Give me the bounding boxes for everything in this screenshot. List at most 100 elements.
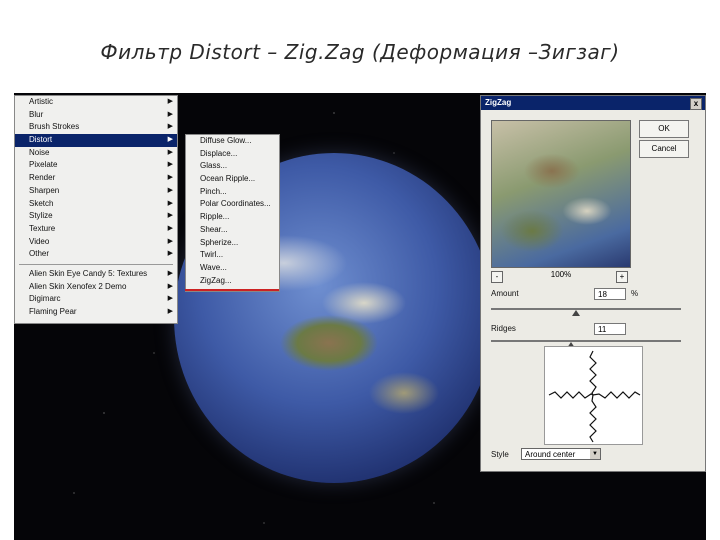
filter-preview: [491, 120, 631, 268]
menu-item-label: Ocean Ripple...: [200, 174, 256, 184]
ridges-slider-track[interactable]: [491, 340, 681, 342]
menu-item[interactable]: Alien Skin Xenofex 2 Demo ▶: [15, 281, 177, 294]
menu-item-label: Polar Coordinates...: [200, 199, 271, 209]
amount-slider-track[interactable]: [491, 308, 681, 310]
menu-item-label: Displace...: [200, 148, 238, 158]
ridges-field[interactable]: 11: [594, 323, 626, 335]
filter-menu: Artistic ▶ Blur ▶ Brush Strokes ▶ Distort ▶ Nois…: [14, 95, 178, 324]
submenu-arrow-icon: ▶: [167, 136, 173, 144]
highlight-underline: [185, 289, 279, 291]
dialog-title: ZigZag: [485, 98, 512, 107]
style-select[interactable]: Around center ▼: [521, 448, 601, 460]
menu-item-label: Artistic: [29, 97, 53, 106]
zoom-out-button[interactable]: -: [491, 271, 503, 283]
menu-item[interactable]: Alien Skin Eye Candy 5: Textures ▶: [15, 268, 177, 281]
menu-item-label: Brush Strokes: [29, 122, 80, 132]
menu-item[interactable]: Diffuse Glow...: [186, 135, 279, 148]
menu-item[interactable]: Glass...: [186, 160, 279, 173]
submenu-arrow-icon: ▶: [167, 212, 173, 220]
menu-item-label: Alien Skin Xenofex 2 Demo: [29, 281, 127, 291]
dialog-titlebar: ZigZag x: [481, 96, 705, 110]
submenu-arrow-icon: ▶: [167, 148, 173, 156]
close-icon[interactable]: x: [690, 98, 702, 110]
amount-label: Amount: [491, 289, 519, 298]
submenu-arrow-icon: ▶: [167, 224, 173, 232]
cancel-button[interactable]: Cancel: [639, 140, 689, 158]
menu-item[interactable]: Blur ▶: [15, 109, 177, 122]
menu-item[interactable]: Polar Coordinates...: [186, 198, 279, 211]
menu-item-label: Sketch: [29, 198, 54, 208]
submenu-arrow-icon: ▶: [167, 123, 173, 131]
submenu-arrow-icon: ▶: [167, 98, 173, 105]
menu-item[interactable]: Digimarc ▶: [15, 293, 177, 306]
menu-item-label: Alien Skin Eye Candy 5: Textures: [29, 268, 148, 278]
menu-item-label: Pixelate: [29, 160, 58, 170]
submenu-arrow-icon: ▶: [167, 110, 173, 118]
amount-field[interactable]: 18: [594, 288, 626, 300]
photoshop-canvas: Artistic ▶ Blur ▶ Brush Strokes ▶ Distort ▶ Nois…: [14, 93, 706, 540]
menu-item[interactable]: Wave...: [186, 262, 279, 275]
menu-item-label: Blur: [29, 109, 44, 119]
menu-item[interactable]: Brush Strokes ▶: [15, 121, 177, 134]
zigzag-dialog: ZigZag x OK Cancel - 100% + Amount 18 % …: [480, 95, 706, 472]
zigzag-preview-graph: [544, 346, 643, 445]
menu-item[interactable]: Spherize...: [186, 237, 279, 250]
menu-item[interactable]: Sharpen ▶: [15, 185, 177, 198]
menu-item-label: Glass...: [200, 161, 228, 171]
amount-slider-thumb[interactable]: [572, 310, 580, 316]
ok-button[interactable]: OK: [639, 120, 689, 138]
menu-item[interactable]: Displace...: [186, 148, 279, 161]
menu-item[interactable]: Ocean Ripple...: [186, 173, 279, 186]
menu-item-label: Twirl...: [200, 250, 224, 260]
menu-item[interactable]: Sketch ▶: [15, 198, 177, 211]
zoom-level: 100%: [550, 270, 572, 279]
style-label: Style: [491, 450, 509, 459]
menu-item[interactable]: Pinch...: [186, 186, 279, 199]
submenu-arrow-icon: ▶: [167, 269, 173, 277]
distort-submenu: Diffuse Glow... Displace... Glass... Ocean …: [185, 134, 280, 292]
menu-item-label: Render: [29, 173, 56, 183]
menu-item[interactable]: Video ▶: [15, 236, 177, 249]
submenu-arrow-icon: ▶: [167, 282, 173, 290]
menu-item-label: Noise: [29, 147, 50, 157]
menu-item-label: Pinch...: [200, 186, 227, 196]
submenu-arrow-icon: ▶: [167, 308, 173, 315]
submenu-arrow-icon: ▶: [167, 237, 173, 245]
menu-item-label: Other: [29, 249, 50, 259]
menu-item[interactable]: Shear...: [186, 224, 279, 237]
menu-item[interactable]: Distort ▶: [15, 134, 177, 147]
menu-item-label: Spherize...: [200, 237, 239, 247]
menu-item-label: Video: [29, 236, 50, 246]
menu-item-label: Sharpen: [29, 185, 60, 195]
menu-item[interactable]: Texture ▶: [15, 223, 177, 236]
menu-item-label: Texture: [29, 223, 56, 233]
submenu-arrow-icon: ▶: [167, 174, 173, 182]
menu-item-label: Flaming Pear: [29, 307, 77, 316]
submenu-arrow-icon: ▶: [167, 250, 173, 258]
menu-item[interactable]: Stylize ▶: [15, 210, 177, 223]
menu-item-label: Wave...: [200, 262, 227, 272]
menu-item-label: Diffuse Glow...: [200, 136, 252, 145]
menu-item[interactable]: ZigZag...: [186, 275, 279, 288]
menu-item-label: Digimarc: [29, 294, 61, 304]
slide-title: Фильтр Distort – Zig.Zag (Деформация –Зи…: [100, 40, 620, 64]
menu-item[interactable]: Noise ▶: [15, 147, 177, 160]
submenu-arrow-icon: ▶: [167, 161, 173, 169]
menu-item[interactable]: Other ▶: [15, 248, 177, 261]
menu-item-label: Distort: [29, 135, 53, 145]
menu-item[interactable]: Twirl...: [186, 249, 279, 262]
menu-item-label: ZigZag...: [200, 275, 232, 285]
zoom-in-button[interactable]: +: [616, 271, 628, 283]
menu-item[interactable]: Ripple...: [186, 211, 279, 224]
menu-item[interactable]: Artistic ▶: [15, 96, 177, 109]
submenu-arrow-icon: ▶: [167, 199, 173, 207]
submenu-arrow-icon: ▶: [167, 295, 173, 303]
amount-unit: %: [631, 289, 639, 298]
menu-item[interactable]: Flaming Pear ▶: [15, 306, 177, 319]
chevron-down-icon[interactable]: ▼: [590, 449, 600, 459]
style-select-value: Around center: [525, 450, 576, 459]
ridges-label: Ridges: [491, 324, 516, 333]
menu-item[interactable]: Render ▶: [15, 172, 177, 185]
submenu-arrow-icon: ▶: [167, 186, 173, 194]
menu-item[interactable]: Pixelate ▶: [15, 159, 177, 172]
